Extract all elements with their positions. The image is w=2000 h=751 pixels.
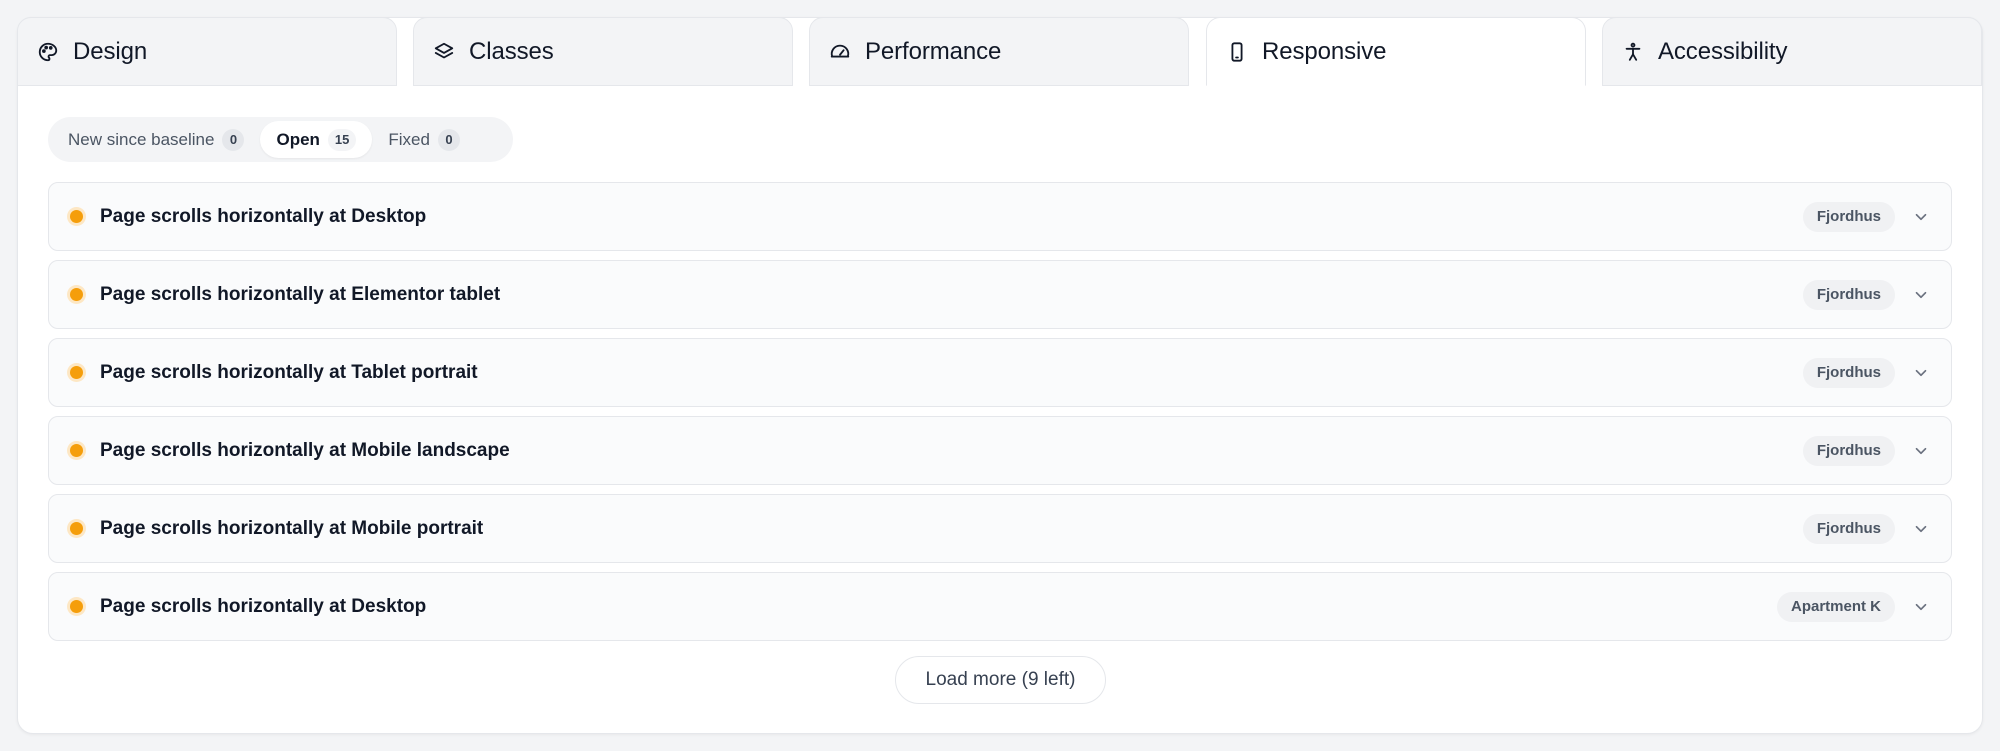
site-tag: Fjordhus [1802, 279, 1895, 310]
chevron-down-icon[interactable] [1911, 519, 1931, 539]
chevron-down-icon[interactable] [1911, 363, 1931, 383]
issue-row[interactable]: Page scrolls horizontally at Mobile port… [48, 494, 1952, 563]
tab-performance[interactable]: Performance [809, 17, 1189, 86]
tab-bar: Design Classes Performance Responsive Ac… [17, 17, 1983, 86]
palette-icon [37, 41, 59, 63]
filter-count-badge: 0 [437, 128, 460, 151]
filter-open[interactable]: Open 15 [260, 121, 373, 158]
tab-label: Performance [865, 37, 1002, 65]
chevron-down-icon[interactable] [1911, 597, 1931, 617]
site-tag: Fjordhus [1802, 513, 1895, 544]
severity-dot [70, 288, 83, 301]
severity-dot [70, 210, 83, 223]
tab-design[interactable]: Design [17, 17, 397, 86]
gauge-icon [829, 41, 851, 63]
site-tag: Fjordhus [1802, 357, 1895, 388]
layers-icon [433, 41, 455, 63]
issue-list: Page scrolls horizontally at Desktop Fjo… [48, 182, 1952, 650]
filter-count-badge: 0 [222, 128, 245, 151]
filter-new-since-baseline[interactable]: New since baseline 0 [52, 121, 260, 158]
site-tag: Fjordhus [1802, 201, 1895, 232]
issue-title: Page scrolls horizontally at Elementor t… [100, 283, 501, 305]
tab-responsive[interactable]: Responsive [1206, 17, 1586, 86]
filter-label: New since baseline [68, 129, 215, 149]
issue-row[interactable]: Page scrolls horizontally at Elementor t… [48, 260, 1952, 329]
status-filter-group: New since baseline 0 Open 15 Fixed 0 [48, 117, 513, 162]
severity-dot [70, 522, 83, 535]
tab-classes[interactable]: Classes [413, 17, 793, 86]
accessibility-icon [1622, 41, 1644, 63]
issue-title: Page scrolls horizontally at Desktop [100, 595, 427, 617]
filter-fixed[interactable]: Fixed 0 [372, 121, 476, 158]
filter-label: Open [276, 129, 320, 149]
severity-dot [70, 600, 83, 613]
site-tag: Fjordhus [1802, 435, 1895, 466]
smartphone-icon [1226, 41, 1248, 63]
severity-dot [70, 366, 83, 379]
severity-dot [70, 444, 83, 457]
tab-label: Accessibility [1658, 37, 1788, 65]
chevron-down-icon[interactable] [1911, 441, 1931, 461]
filter-count-badge: 15 [327, 128, 357, 151]
filter-label: Fixed [388, 129, 430, 149]
issue-title: Page scrolls horizontally at Mobile land… [100, 439, 510, 461]
site-tag: Apartment K [1776, 591, 1895, 622]
chevron-down-icon[interactable] [1911, 207, 1931, 227]
chevron-down-icon[interactable] [1911, 285, 1931, 305]
tab-label: Design [73, 37, 148, 65]
issue-title: Page scrolls horizontally at Mobile port… [100, 517, 484, 539]
tab-accessibility[interactable]: Accessibility [1602, 17, 1982, 86]
issue-title: Page scrolls horizontally at Desktop [100, 205, 427, 227]
issue-row[interactable]: Page scrolls horizontally at Mobile land… [48, 416, 1952, 485]
issue-title: Page scrolls horizontally at Tablet port… [100, 361, 478, 383]
tab-label: Classes [469, 37, 554, 65]
load-more-button[interactable]: Load more (9 left) [895, 656, 1106, 704]
issue-row[interactable]: Page scrolls horizontally at Tablet port… [48, 338, 1952, 407]
issue-row[interactable]: Page scrolls horizontally at Desktop Fjo… [48, 182, 1952, 251]
tab-label: Responsive [1262, 37, 1387, 65]
issue-row[interactable]: Page scrolls horizontally at Desktop Apa… [48, 572, 1952, 641]
